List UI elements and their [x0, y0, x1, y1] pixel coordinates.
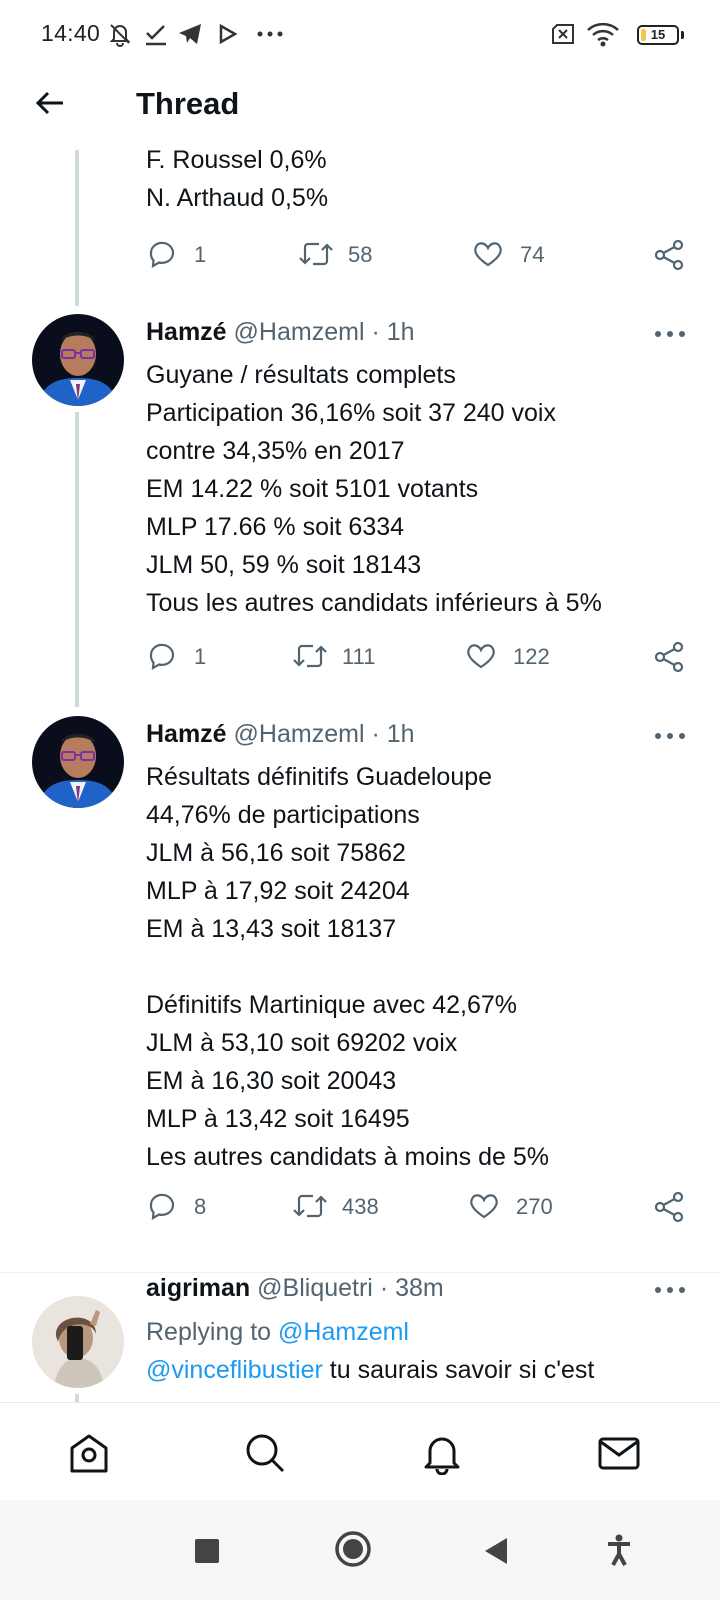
thread-feed[interactable]: F. Roussel 0,6% N. Arthaud 0,5% 1 58 74 … — [0, 150, 720, 1402]
dnd-off-icon — [106, 20, 134, 48]
share-button[interactable] — [652, 238, 686, 272]
retweet-count: 58 — [348, 242, 373, 267]
battery-tip — [681, 31, 684, 39]
more-options-icon[interactable] — [653, 729, 687, 743]
tweet-divider — [0, 1272, 720, 1273]
retweet-button[interactable]: 111 — [292, 640, 392, 676]
like-count: 74 — [520, 242, 545, 267]
tweet-header: Hamzé @Hamzeml · 1h — [146, 318, 415, 347]
replying-to-label: Replying to — [146, 1318, 279, 1346]
reply-count: 1 — [194, 644, 207, 669]
tweet-time: · 38m — [379, 1274, 444, 1302]
no-sim-icon — [549, 20, 577, 48]
tweet-time: · 1h — [371, 318, 415, 346]
retweet-button[interactable]: 58 — [298, 238, 398, 274]
retweet-icon — [293, 1194, 327, 1218]
reply-count: 8 — [194, 1194, 207, 1219]
tweet-text-partial: tu saurais savoir si c'est — [322, 1356, 595, 1384]
more-options-icon[interactable] — [653, 327, 687, 341]
mention-link[interactable]: @vinceflibustier — [146, 1356, 323, 1384]
status-time: 14:40 — [41, 20, 101, 46]
reply-button[interactable]: 8 — [146, 1190, 226, 1226]
page-title: Thread — [136, 86, 240, 121]
telegram-icon — [176, 20, 204, 48]
retweet-count: 111 — [342, 644, 376, 669]
user-handle[interactable]: @Bliquetri — [257, 1274, 373, 1302]
retweet-icon — [299, 242, 333, 266]
share-icon — [654, 1191, 684, 1223]
retweet-button[interactable]: 438 — [292, 1190, 392, 1226]
heart-icon — [470, 1194, 498, 1219]
accessibility-icon[interactable] — [606, 1534, 632, 1571]
bottom-nav — [0, 1402, 720, 1500]
user-handle[interactable]: @Hamzeml — [234, 318, 365, 346]
tweet-text: F. Roussel 0,6% N. Arthaud 0,5% — [146, 150, 329, 212]
notifications-icon[interactable] — [420, 1431, 464, 1476]
search-icon[interactable] — [243, 1431, 287, 1475]
reply-icon — [149, 1193, 175, 1221]
reply-button[interactable]: 1 — [146, 238, 226, 274]
more-options-icon[interactable] — [653, 1283, 687, 1297]
battery-level: 15 — [650, 27, 666, 42]
thread-connector — [75, 1394, 79, 1402]
back-arrow-icon[interactable] — [33, 86, 67, 120]
share-button[interactable] — [652, 640, 686, 674]
display-name[interactable]: Hamzé — [146, 720, 227, 748]
user-handle[interactable]: @Hamzeml — [234, 720, 365, 748]
replying-to: Replying to @Hamzeml — [146, 1313, 409, 1351]
tweet-text: Guyane / résultats complets Participatio… — [146, 361, 602, 617]
tweet-text: Résultats définitifs Guadeloupe 44,76% d… — [146, 763, 550, 1171]
status-bar: 14:40 15 — [0, 0, 720, 70]
reply-button[interactable]: 1 — [146, 640, 226, 676]
back-triangle-icon[interactable] — [483, 1536, 509, 1571]
heart-icon — [467, 644, 495, 669]
reply-icon — [149, 643, 175, 671]
like-button[interactable]: 122 — [465, 640, 565, 676]
share-button[interactable] — [652, 1190, 686, 1224]
battery-icon: 15 — [637, 25, 679, 45]
tweet-header: Hamzé @Hamzeml · 1h — [146, 720, 415, 749]
more-icon — [256, 20, 284, 48]
home-icon[interactable] — [67, 1431, 111, 1475]
recents-square-icon[interactable] — [194, 1538, 220, 1569]
retweet-icon — [293, 644, 327, 668]
tweet-text: @vinceflibustier tu saurais savoir si c'… — [146, 1351, 594, 1389]
thread-connector — [75, 150, 79, 306]
avatar[interactable] — [32, 1296, 124, 1388]
heart-icon — [474, 242, 502, 267]
tweet-time: · 1h — [371, 720, 415, 748]
home-circle-icon[interactable] — [334, 1530, 372, 1573]
like-count: 122 — [513, 644, 550, 669]
reply-count: 1 — [194, 242, 207, 267]
avatar[interactable] — [32, 716, 124, 808]
like-button[interactable]: 270 — [468, 1190, 568, 1226]
like-count: 270 — [516, 1194, 553, 1219]
share-icon — [654, 641, 684, 673]
play-icon — [214, 20, 242, 48]
wifi-icon — [586, 20, 620, 48]
share-icon — [654, 239, 684, 271]
checkmark-icon — [142, 20, 170, 48]
system-navigation-bar — [0, 1500, 720, 1600]
replying-to-link[interactable]: @Hamzeml — [278, 1318, 409, 1346]
display-name[interactable]: Hamzé — [146, 318, 227, 346]
thread-connector — [75, 412, 79, 707]
like-button[interactable]: 74 — [472, 238, 572, 274]
thread-header: Thread — [0, 70, 720, 150]
messages-icon[interactable] — [597, 1431, 641, 1475]
tweet-header: aigriman @Bliquetri · 38m — [146, 1274, 444, 1303]
reply-icon — [149, 241, 175, 269]
avatar[interactable] — [32, 314, 124, 406]
display-name[interactable]: aigriman — [146, 1274, 250, 1302]
retweet-count: 438 — [342, 1194, 379, 1219]
